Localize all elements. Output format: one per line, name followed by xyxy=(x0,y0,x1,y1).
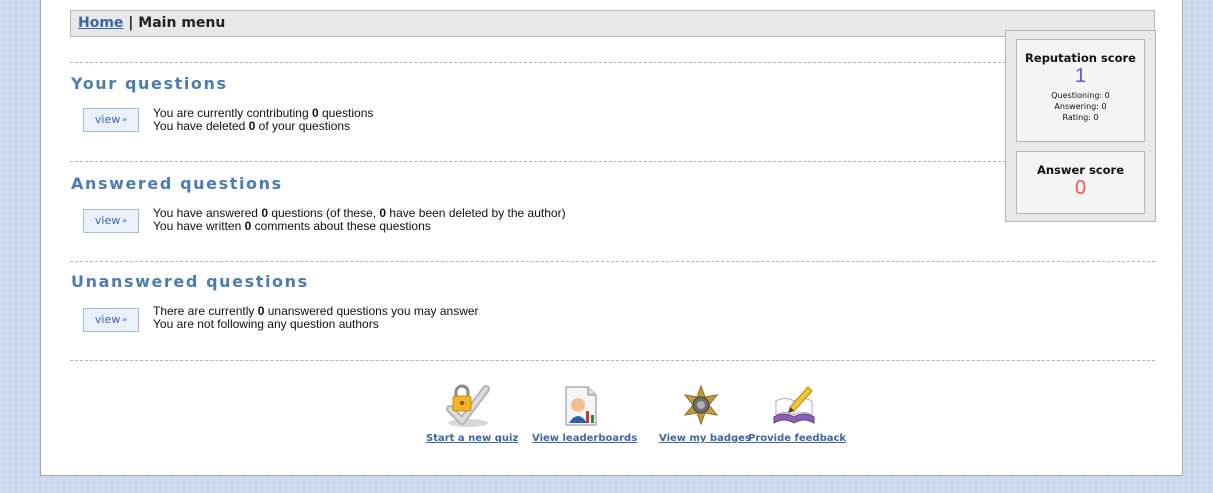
answer-score-value: 0 xyxy=(1074,177,1087,199)
nav-label[interactable]: Provide feedback xyxy=(748,433,846,444)
home-link[interactable]: Home xyxy=(78,15,123,31)
view-button-label: view xyxy=(94,313,121,326)
answer-score-title: Answer score xyxy=(1036,163,1125,177)
nav-label[interactable]: View my badges xyxy=(659,433,751,444)
view-answered-questions-button[interactable]: view» xyxy=(83,209,139,233)
view-button-label: view xyxy=(94,113,121,126)
main-content: Home | Main menu Your questions view» Yo… xyxy=(40,0,1183,476)
breadcrumb: Home | Main menu xyxy=(70,10,1155,37)
breadcrumb-current: Main menu xyxy=(138,15,226,31)
rating-score: Rating: 0 xyxy=(1062,113,1099,122)
info-line: You are not following any question autho… xyxy=(153,317,379,331)
sheriff-badge-icon xyxy=(683,384,719,426)
breadcrumb-separator: | xyxy=(128,15,134,31)
view-button-label: view xyxy=(94,214,121,227)
reputation-score-value: 1 xyxy=(1074,65,1087,87)
questioning-score: Questioning: 0 xyxy=(1051,91,1110,100)
answer-score-box: Answer score 0 xyxy=(1016,151,1145,214)
reputation-score-box: Reputation score 1 Questioning: 0 Answer… xyxy=(1016,39,1145,142)
info-line: You have written 0 comments about these … xyxy=(153,219,431,233)
book-pencil-icon xyxy=(773,386,815,424)
unanswered-questions-info: There are currently 0 unanswered questio… xyxy=(153,305,479,331)
section-divider xyxy=(70,360,1155,361)
nav-label[interactable]: Start a new quiz xyxy=(426,433,518,444)
reputation-score-title: Reputation score xyxy=(1025,51,1136,65)
info-line: You have deleted 0 of your questions xyxy=(153,119,351,133)
checkmark-lock-icon xyxy=(446,384,490,427)
leaderboard-icon xyxy=(565,386,597,426)
section-title-answered-questions: Answered questions xyxy=(71,174,283,193)
your-questions-info: You are currently contributing 0 questio… xyxy=(153,107,373,133)
answering-score: Answering: 0 xyxy=(1054,102,1107,111)
section-title-your-questions: Your questions xyxy=(71,74,228,93)
view-unanswered-questions-button[interactable]: view» xyxy=(83,308,139,332)
section-divider xyxy=(70,161,1006,162)
section-divider xyxy=(70,261,1155,262)
bottom-nav: Start a new quiz View leaderboards View … xyxy=(426,383,846,453)
section-divider xyxy=(70,62,1006,63)
score-panel: Reputation score 1 Questioning: 0 Answer… xyxy=(1005,30,1156,222)
nav-label[interactable]: View leaderboards xyxy=(532,433,637,444)
view-your-questions-button[interactable]: view» xyxy=(83,108,139,132)
section-title-unanswered-questions: Unanswered questions xyxy=(71,272,309,291)
answered-questions-info: You have answered 0 questions (of these,… xyxy=(153,207,566,233)
